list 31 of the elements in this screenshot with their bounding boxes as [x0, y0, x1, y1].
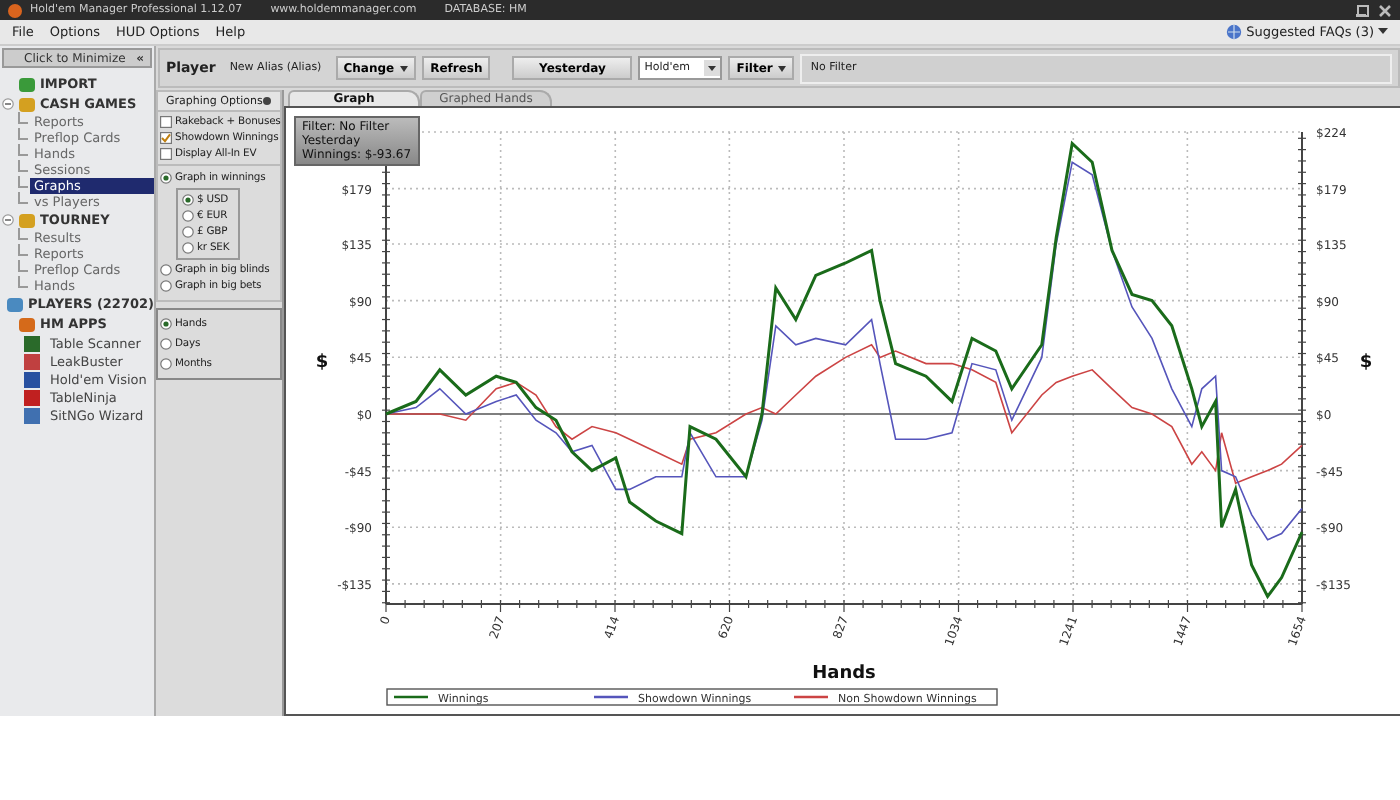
caret-icon [1378, 28, 1388, 36]
radio-button[interactable] [160, 280, 172, 292]
checkbox[interactable] [160, 148, 172, 160]
collapse-icon[interactable] [2, 214, 14, 226]
close-icon [1378, 3, 1392, 17]
x-axis-title: Hands [812, 664, 876, 684]
pin-icon [262, 96, 273, 106]
globe-icon [1226, 24, 1243, 40]
players-section-icon [6, 295, 25, 313]
apps-section-icon [18, 315, 36, 333]
radio-button[interactable] [160, 318, 172, 330]
radio-button[interactable] [182, 194, 194, 206]
checkbox[interactable] [160, 116, 172, 128]
cash-section-icon [18, 95, 36, 113]
import-section-icon [18, 75, 36, 93]
radio-button[interactable] [182, 210, 194, 222]
radio-button[interactable] [160, 172, 172, 184]
collapse-icon[interactable] [2, 98, 14, 110]
radio-button[interactable] [182, 242, 194, 254]
checkbox[interactable] [160, 132, 172, 144]
caret-icon [778, 65, 787, 71]
y-axis-title: $ [315, 353, 329, 374]
radio-button[interactable] [160, 338, 172, 350]
app-logo-icon [8, 3, 22, 17]
caret-icon [400, 65, 409, 71]
radio-button[interactable] [182, 226, 194, 238]
dropdown-arrow-icon [704, 60, 721, 76]
radio-button[interactable] [160, 358, 172, 370]
y-axis-title: $ [1359, 353, 1373, 374]
radio-button[interactable] [160, 264, 172, 276]
tourney-section-icon [18, 211, 36, 229]
